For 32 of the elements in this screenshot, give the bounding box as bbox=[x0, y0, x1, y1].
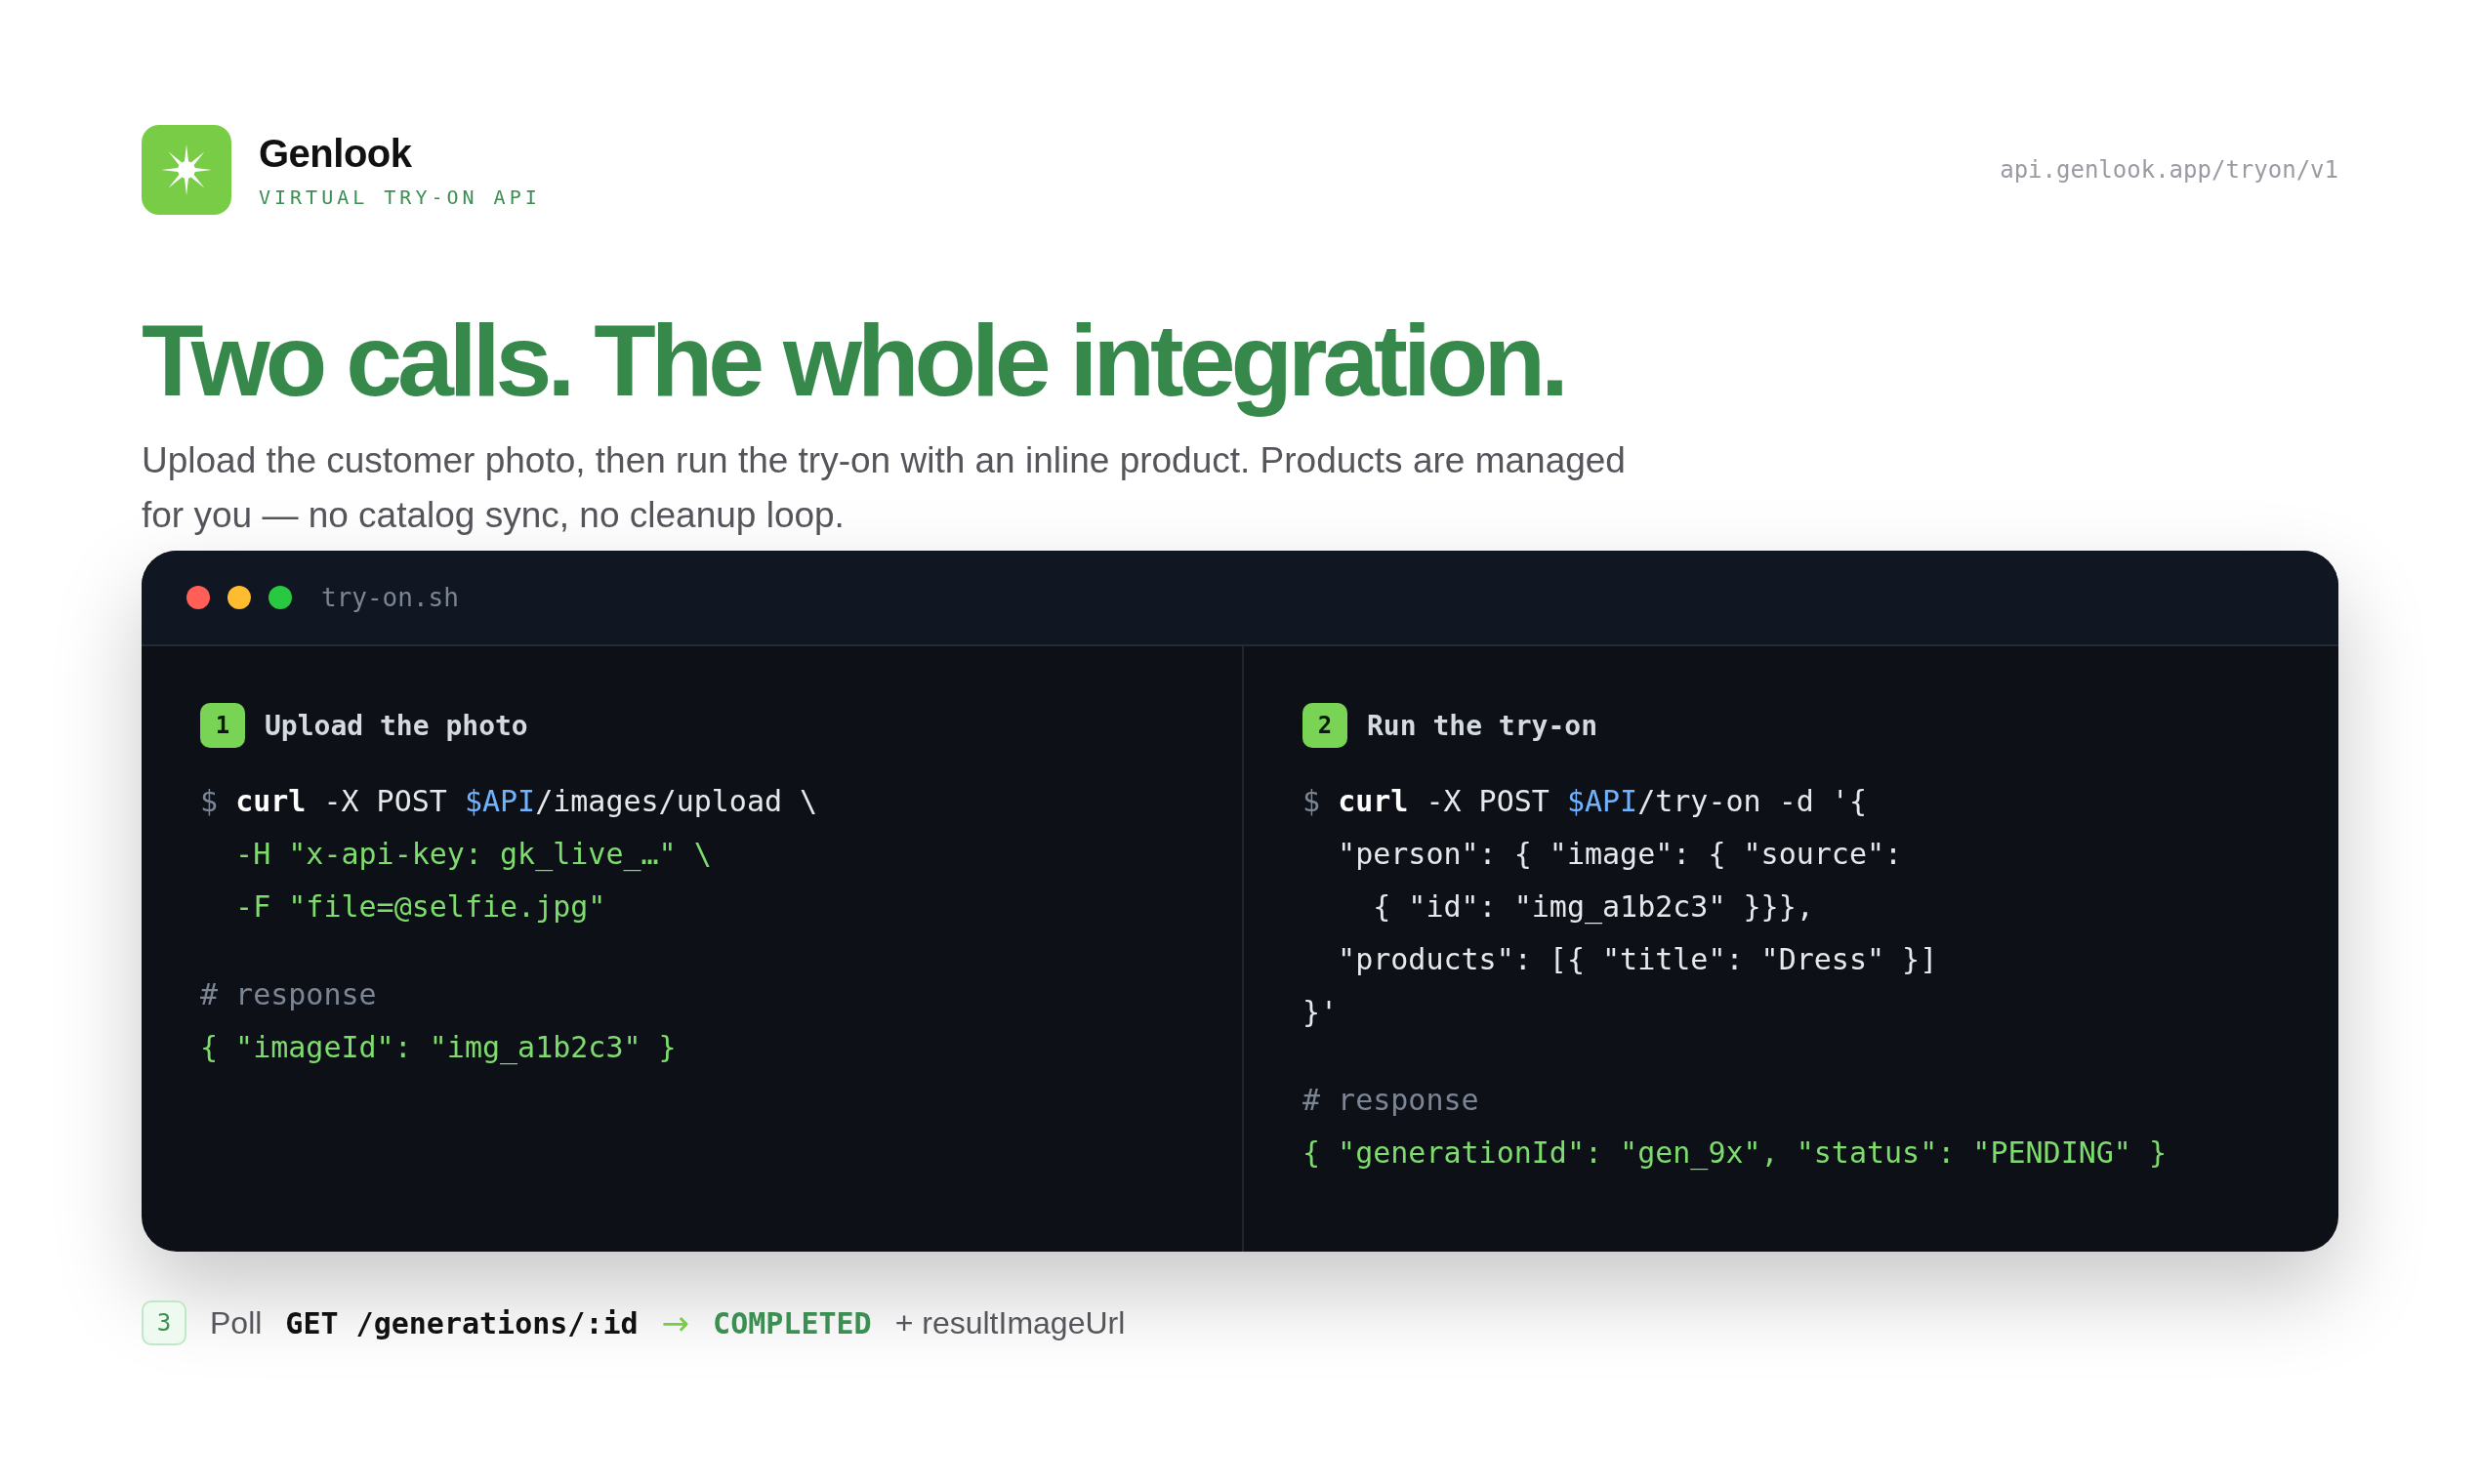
step-number-badge: 3 bbox=[142, 1300, 186, 1346]
code-line: "person": { "image": { "source": bbox=[1337, 836, 1904, 874]
minimize-dot-icon bbox=[227, 586, 251, 610]
result-field-text: + resultImageUrl bbox=[894, 1304, 1126, 1341]
code-line: $ curl -X POST $API/try-on -d '{ bbox=[1302, 783, 1868, 821]
headline: Two calls. The whole integration. bbox=[142, 305, 1565, 417]
status-text: COMPLETED bbox=[713, 1305, 872, 1340]
code-line: $ curl -X POST $API/images/upload \ bbox=[200, 783, 819, 821]
code-comment: # response bbox=[1302, 1082, 1480, 1120]
step-label: Poll bbox=[210, 1304, 263, 1341]
code-line: -H "x-api-key: gk_live_…" \ bbox=[234, 836, 713, 874]
request-path: GET /generations/:id bbox=[285, 1305, 639, 1340]
code-line: { "id": "img_a1b2c3" }}}, bbox=[1372, 888, 1815, 927]
step-title: Upload the photo bbox=[265, 709, 528, 742]
step-title: Run the try-on bbox=[1367, 709, 1597, 742]
endpoint-url: api.genlook.app/tryon/v1 bbox=[2000, 156, 2338, 184]
brand-tagline: VIRTUAL TRY-ON API bbox=[259, 185, 541, 209]
maximize-dot-icon bbox=[269, 586, 292, 610]
code-comment: # response bbox=[200, 976, 378, 1014]
code-line: -F "file=@selfie.jpg" bbox=[234, 888, 607, 927]
arrow-icon: → bbox=[661, 1303, 690, 1343]
brand-name: Genlook bbox=[259, 131, 413, 176]
logo-icon bbox=[142, 125, 231, 215]
step-number-badge: 1 bbox=[200, 703, 245, 749]
code-line: { "imageId": "img_a1b2c3" } bbox=[200, 1029, 678, 1067]
code-line: "products": [{ "title": "Dress" }] bbox=[1337, 941, 1939, 979]
intro-paragraph: Upload the customer photo, then run the try-on with an inline product. Products are managed for you — no catalog sync, no cleanup loop. bbox=[142, 439, 1627, 538]
step-number-badge: 2 bbox=[1302, 703, 1347, 749]
close-dot-icon bbox=[186, 586, 210, 610]
code-line: }' bbox=[1302, 994, 1340, 1032]
terminal-filename: try-on.sh bbox=[321, 583, 459, 613]
code-line: { "generationId": "gen_9x", "status": "PENDING" } bbox=[1302, 1134, 2168, 1173]
